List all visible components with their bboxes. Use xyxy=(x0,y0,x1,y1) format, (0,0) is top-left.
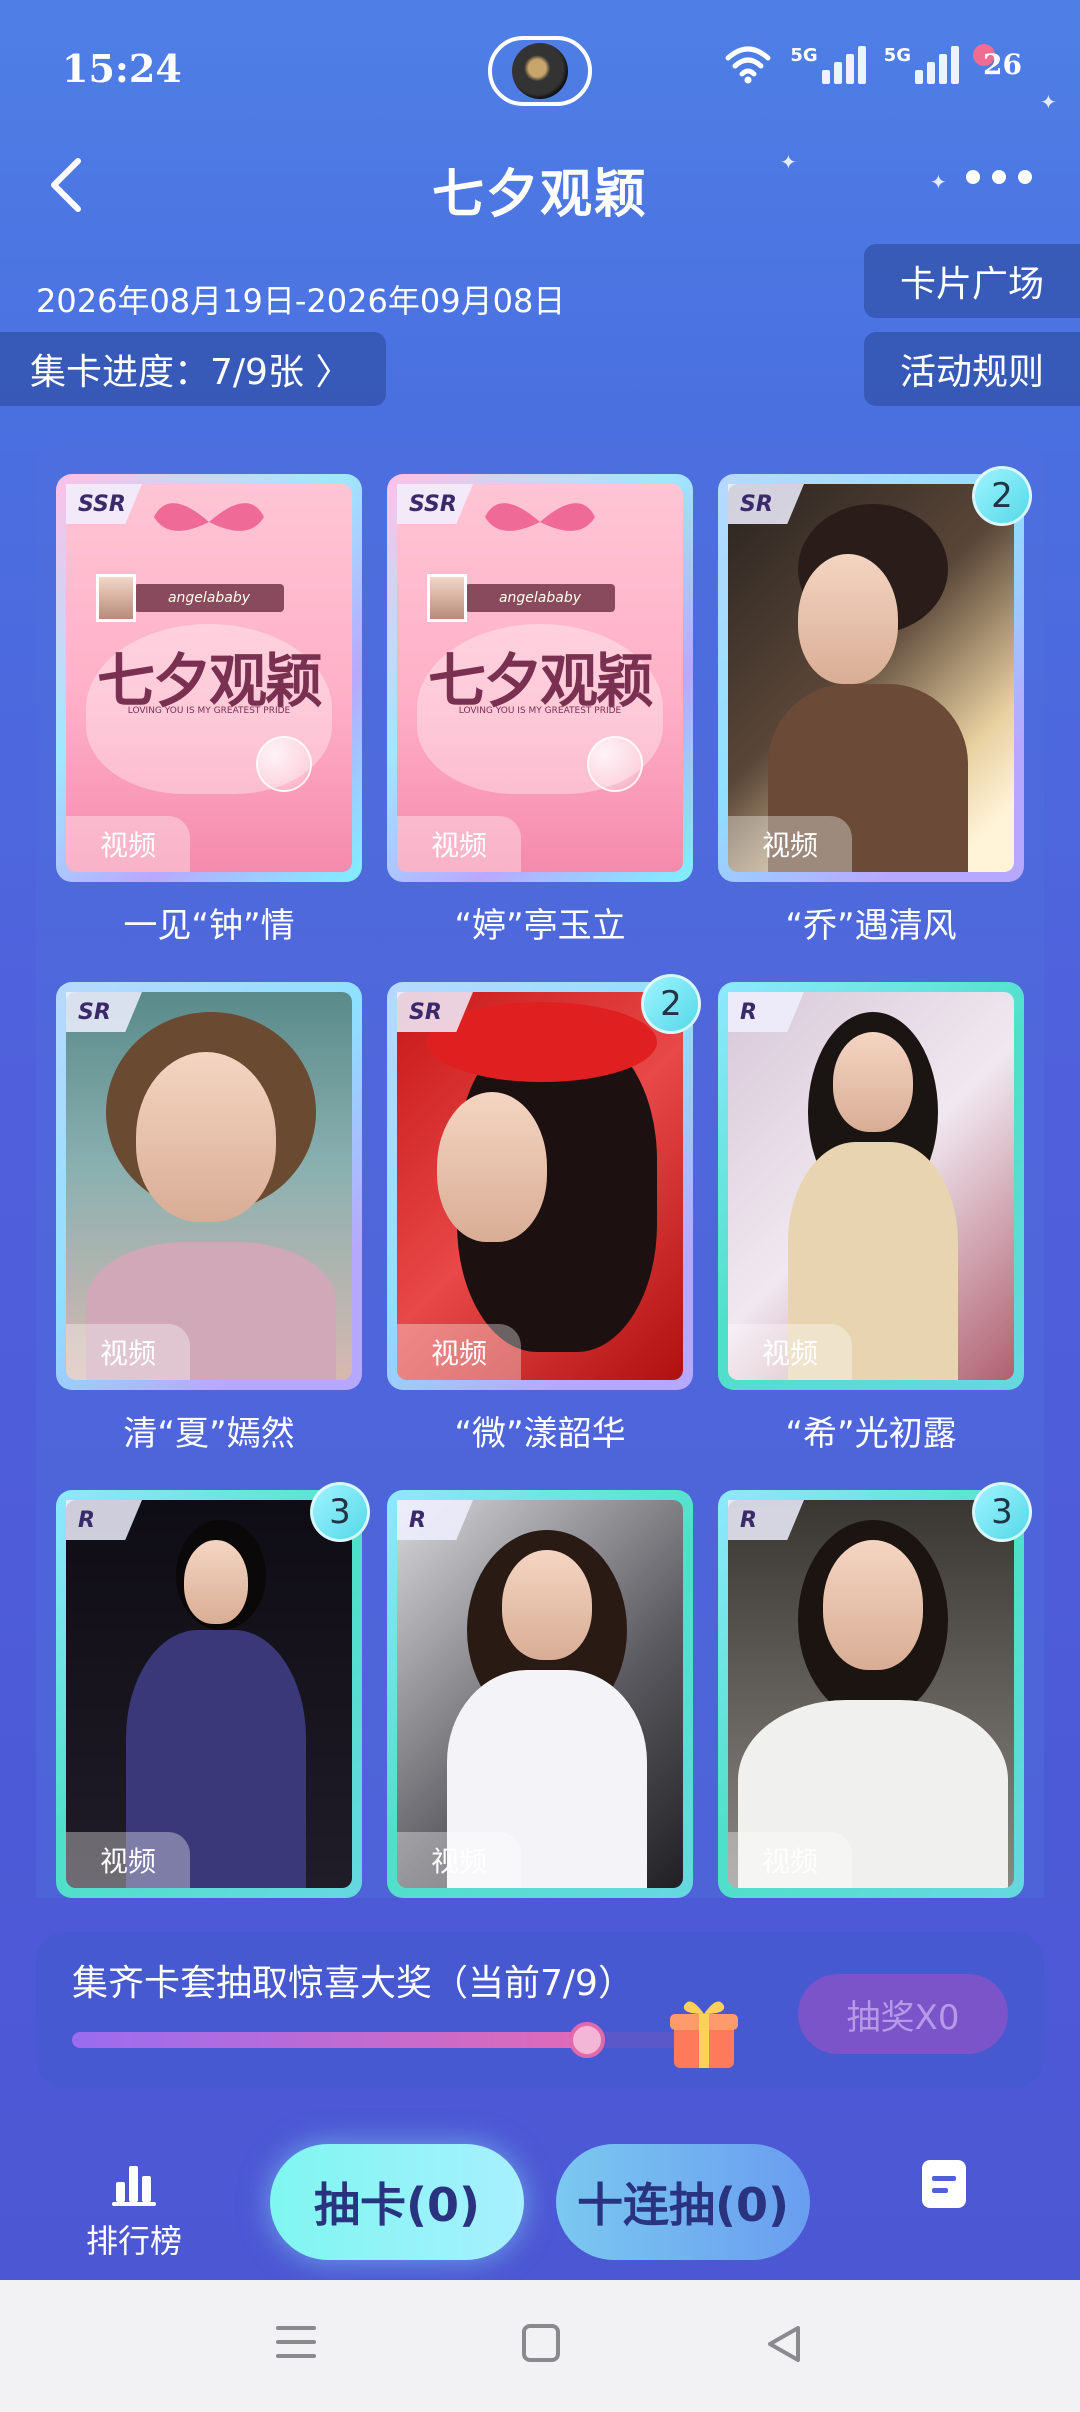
video-tag: 视频 xyxy=(728,816,852,872)
card-grid: angelababy 七夕观颖 LOVING YOU IS MY GREATES… xyxy=(36,438,1044,1898)
ranking-label: 排行榜 xyxy=(85,2222,182,2260)
video-tag: 视频 xyxy=(397,816,521,872)
card-art: 视频 xyxy=(397,992,683,1380)
card-art: 视频 xyxy=(66,1500,352,1888)
card-name: “微”漾韶华 xyxy=(454,1414,626,1454)
lottery-button[interactable]: 抽奖X0 xyxy=(798,1974,1008,2054)
bar-chart-icon xyxy=(112,2166,156,2206)
battery-level: 26 xyxy=(973,43,1022,81)
card-art: 视频 xyxy=(728,992,1014,1380)
card-art: angelababy 七夕观颖 LOVING YOU IS MY GREATES… xyxy=(397,484,683,872)
card-item[interactable]: 视频 R 3 xyxy=(718,1482,1032,1898)
card-item[interactable]: 视频 SR xyxy=(56,982,362,1390)
card-item[interactable]: 视频 SR 2 xyxy=(718,466,1032,882)
prize-progress-panel: 集齐卡套抽取惊喜大奖（当前7/9） 抽奖X0 xyxy=(36,1932,1044,2088)
bubble-decoration xyxy=(587,736,643,792)
status-bar: 15:24 5G 5G 26 xyxy=(0,0,1080,140)
ranking-button[interactable]: 排行榜 xyxy=(84,2160,184,2262)
system-back-button[interactable] xyxy=(764,2324,804,2364)
gift-icon xyxy=(670,2001,738,2068)
record-note-icon[interactable] xyxy=(922,2160,966,2208)
card-art: 视频 xyxy=(66,992,352,1380)
camera-icon xyxy=(512,43,568,99)
draw-card-button[interactable]: 抽卡(0) xyxy=(270,2144,524,2260)
card-art: 视频 xyxy=(397,1500,683,1888)
portrait-photo xyxy=(66,992,352,1380)
signal-type: 5G xyxy=(883,45,912,66)
portrait-photo xyxy=(728,1500,1014,1888)
card-count-badge: 2 xyxy=(641,974,701,1034)
video-tag: 视频 xyxy=(66,816,190,872)
signal-type: 5G xyxy=(790,45,818,66)
ten-draw-button[interactable]: 十连抽(0) xyxy=(556,2144,810,2260)
prize-progress-bar xyxy=(72,2022,732,2058)
event-rules-button[interactable]: 活动规则 xyxy=(864,332,1080,406)
card-item[interactable]: 视频 R 3 xyxy=(56,1482,370,1898)
signal-icon: 5G xyxy=(790,44,866,84)
portrait-photo xyxy=(397,992,683,1380)
status-icons: 5G 5G 26 xyxy=(724,43,1022,84)
portrait-photo xyxy=(397,1500,683,1888)
poster-subtitle: LOVING YOU IS MY GREATEST PRIDE xyxy=(127,706,291,716)
card-item[interactable]: 视频 R xyxy=(387,1490,693,1898)
recent-apps-button[interactable] xyxy=(276,2326,316,2368)
poster-banner: angelababy xyxy=(134,584,284,612)
collection-progress-button[interactable]: 集卡进度：7/9张 〉 xyxy=(0,332,386,406)
card-name: “希”光初露 xyxy=(785,1414,957,1454)
status-time: 15:24 xyxy=(62,46,182,91)
bubble-decoration xyxy=(256,736,312,792)
video-tag: 视频 xyxy=(728,1832,852,1888)
card-item[interactable]: 视频 R xyxy=(718,982,1024,1390)
video-tag: 视频 xyxy=(66,1324,190,1380)
video-tag: 视频 xyxy=(397,1324,521,1380)
signal-icon: 5G xyxy=(883,44,960,84)
card-count-badge: 3 xyxy=(310,1482,370,1542)
portrait-thumbnail xyxy=(427,574,467,622)
system-navigation-bar xyxy=(0,2280,1080,2412)
card-name: 一见“钟”情 xyxy=(123,906,295,946)
card-art: angelababy 七夕观颖 LOVING YOU IS MY GREATES… xyxy=(66,484,352,872)
home-button[interactable] xyxy=(522,2324,560,2362)
portrait-photo xyxy=(728,484,1014,872)
page-title: 七夕观颖 xyxy=(431,165,648,225)
video-tag: 视频 xyxy=(728,1324,852,1380)
portrait-photo xyxy=(66,1500,352,1888)
portrait-photo xyxy=(728,992,1014,1380)
portrait-thumbnail xyxy=(96,574,136,622)
video-tag: 视频 xyxy=(66,1832,190,1888)
card-item[interactable]: angelababy 七夕观颖 LOVING YOU IS MY GREATES… xyxy=(56,474,362,882)
bow-icon xyxy=(154,503,264,531)
poster-banner: angelababy xyxy=(465,584,615,612)
card-plaza-button[interactable]: 卡片广场 xyxy=(864,244,1080,318)
card-item[interactable]: angelababy 七夕观颖 LOVING YOU IS MY GREATES… xyxy=(387,474,693,882)
card-count-badge: 2 xyxy=(972,466,1032,526)
bow-icon xyxy=(485,503,595,531)
event-date-range: 2026年08月19日-2026年09月08日 xyxy=(36,282,566,320)
more-options-button[interactable] xyxy=(966,170,1032,184)
prize-progress-knob xyxy=(568,2022,605,2058)
camera-cutout xyxy=(488,36,592,106)
card-art: 视频 xyxy=(728,1500,1014,1888)
prize-description: 集齐卡套抽取惊喜大奖（当前7/9） xyxy=(72,1963,634,2004)
video-tag: 视频 xyxy=(397,1832,521,1888)
card-name: “乔”遇清风 xyxy=(785,906,957,946)
poster-subtitle: LOVING YOU IS MY GREATEST PRIDE xyxy=(458,706,622,716)
card-name: 清“夏”嫣然 xyxy=(123,1414,295,1454)
wifi-icon xyxy=(725,46,771,84)
card-art: 视频 xyxy=(728,484,1014,872)
card-count-badge: 3 xyxy=(972,1482,1032,1542)
card-name: “婷”亭玉立 xyxy=(454,906,626,946)
card-item[interactable]: 视频 SR 2 xyxy=(387,974,701,1390)
prize-progress-fill xyxy=(72,2032,587,2048)
